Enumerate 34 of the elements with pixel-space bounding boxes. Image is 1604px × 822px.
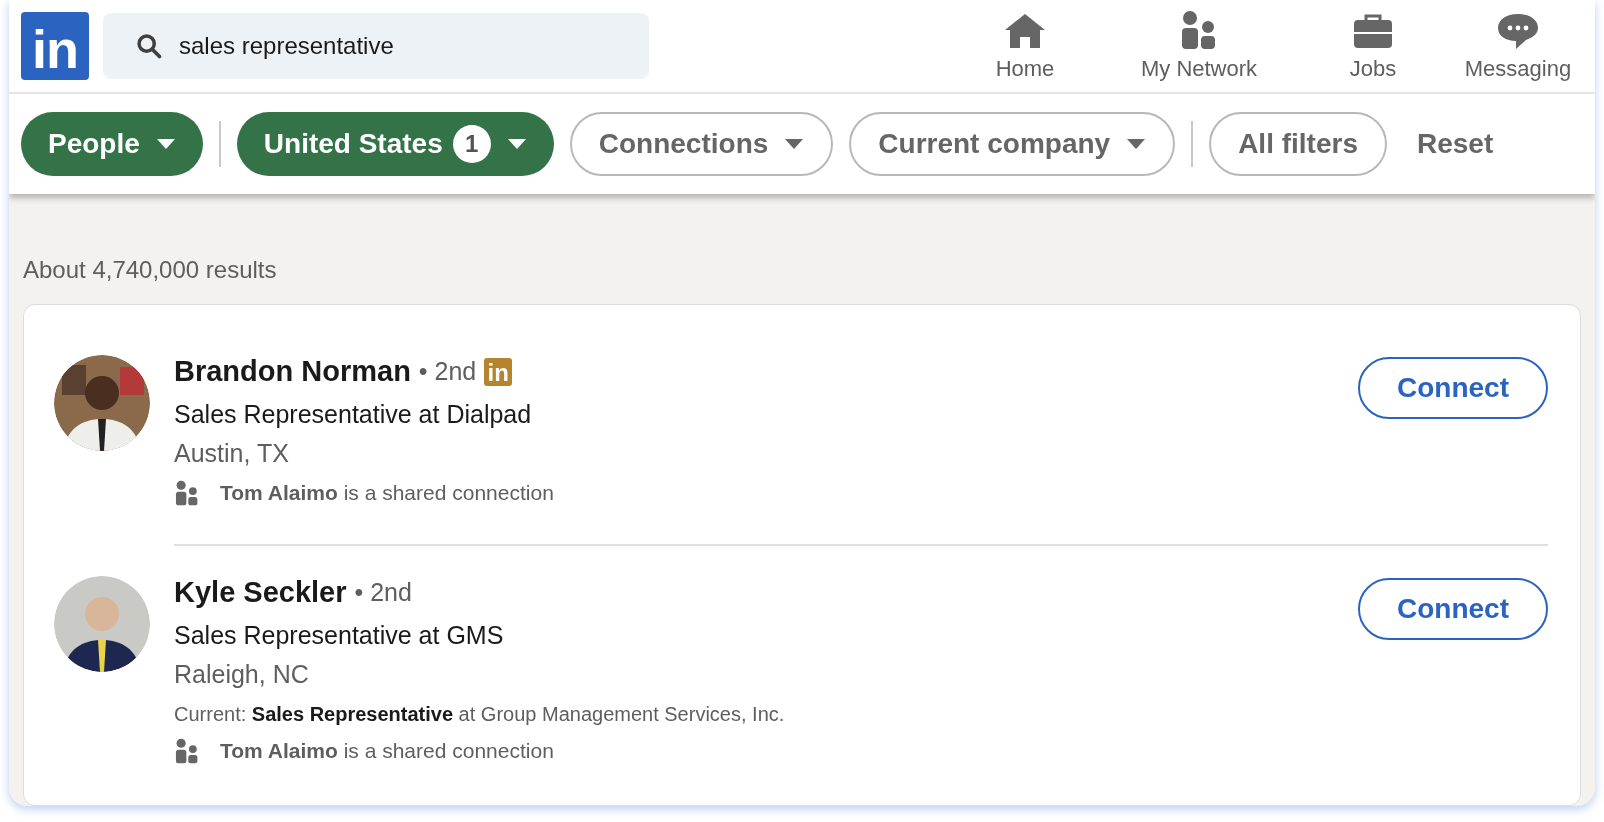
- person-name[interactable]: Kyle Seckler: [174, 576, 347, 609]
- connection-degree: • 2nd: [418, 357, 477, 386]
- headline: Sales Representative at GMS: [174, 621, 505, 650]
- nav-item[interactable]: My Network: [1115, 10, 1283, 83]
- search-icon: [135, 32, 163, 61]
- person-name[interactable]: Brandon Norman: [174, 355, 411, 388]
- briefcase-icon: [1352, 12, 1394, 51]
- home-icon: [1003, 12, 1047, 51]
- shared-connection: Tom Alaimo is a shared connection: [220, 481, 554, 505]
- connect-button[interactable]: Connect: [1358, 357, 1548, 419]
- filter-pill[interactable]: All filters: [1209, 112, 1387, 177]
- current-position: Current: Sales Representative at Group Management Services, Inc.: [174, 703, 786, 726]
- people-icon: [174, 738, 200, 764]
- search-field[interactable]: sales representative: [103, 13, 649, 80]
- filter-pill[interactable]: Connections: [569, 112, 834, 177]
- filter-pill[interactable]: Current company: [849, 112, 1176, 177]
- shared-connection: Tom Alaimo is a shared connection: [220, 739, 554, 763]
- reset-button[interactable]: Reset: [1416, 128, 1494, 161]
- connection-degree: • 2nd: [354, 578, 412, 607]
- people-icon: [174, 480, 200, 506]
- count-badge: 1: [452, 125, 491, 164]
- nav-item[interactable]: Jobs: [1323, 12, 1423, 83]
- logo[interactable]: in: [21, 12, 89, 81]
- location: Raleigh, NC: [174, 660, 310, 689]
- connect-button[interactable]: Connect: [1358, 578, 1548, 640]
- headline: Sales Representative at Dialpad: [174, 400, 533, 429]
- chat-icon: [1496, 12, 1540, 51]
- premium-badge: in: [484, 357, 513, 386]
- nav-item[interactable]: Messaging: [1453, 12, 1583, 83]
- results-count: About 4,740,000 results: [23, 256, 278, 284]
- nav-item[interactable]: Home: [975, 12, 1075, 83]
- location: Austin, TX: [174, 439, 290, 468]
- filter-pill[interactable]: United States 1: [236, 112, 554, 177]
- filter-pill[interactable]: People: [21, 112, 203, 177]
